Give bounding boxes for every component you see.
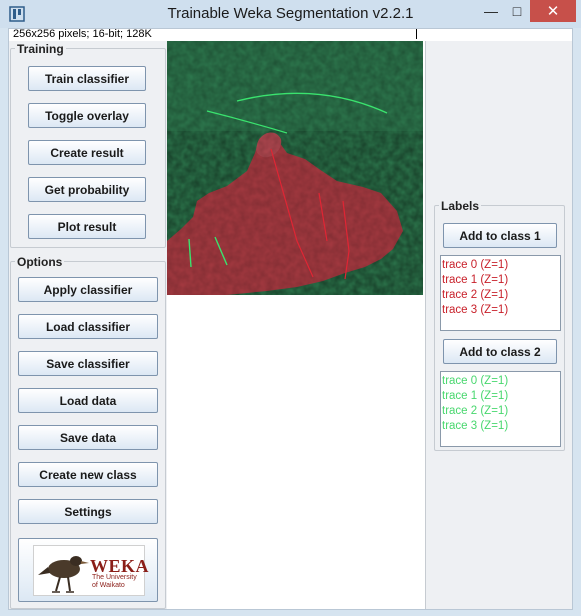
save-classifier-button[interactable]: Save classifier bbox=[18, 351, 158, 376]
minimize-button[interactable]: — bbox=[478, 0, 504, 22]
add-to-class-2-button[interactable]: Add to class 2 bbox=[443, 339, 557, 364]
list-item[interactable]: trace 2 (Z=1) bbox=[442, 404, 560, 419]
list-item[interactable]: trace 2 (Z=1) bbox=[442, 288, 560, 303]
load-classifier-button[interactable]: Load classifier bbox=[18, 314, 158, 339]
apply-classifier-button[interactable]: Apply classifier bbox=[18, 277, 158, 302]
list-item[interactable]: trace 1 (Z=1) bbox=[442, 389, 560, 404]
class-1-trace-list[interactable]: trace 0 (Z=1) trace 1 (Z=1) trace 2 (Z=1… bbox=[440, 255, 561, 331]
add-to-class-1-button[interactable]: Add to class 1 bbox=[443, 223, 557, 248]
options-panel-title: Options bbox=[15, 255, 65, 269]
labels-panel: Labels Add to class 1 trace 0 (Z=1) trac… bbox=[434, 199, 565, 451]
image-info-text: 256x256 pixels; 16-bit; 128K bbox=[13, 28, 152, 40]
train-classifier-button[interactable]: Train classifier bbox=[28, 66, 146, 91]
settings-button[interactable]: Settings bbox=[18, 499, 158, 524]
weka-logo-button[interactable]: WEKA The University of Waikato bbox=[18, 538, 158, 602]
labels-column: Labels Add to class 1 trace 0 (Z=1) trac… bbox=[425, 41, 572, 609]
window-content: 256x256 pixels; 16-bit; 128K Training Tr… bbox=[8, 28, 573, 610]
create-result-button[interactable]: Create result bbox=[28, 140, 146, 165]
maximize-button[interactable]: □ bbox=[504, 0, 530, 22]
training-panel: Training Train classifier Toggle overlay… bbox=[10, 42, 166, 248]
options-panel: Options Apply classifier Load classifier… bbox=[10, 255, 166, 609]
weka-logo: WEKA The University of Waikato bbox=[33, 545, 149, 596]
list-item[interactable]: trace 0 (Z=1) bbox=[442, 374, 560, 389]
image-status-bar: 256x256 pixels; 16-bit; 128K bbox=[9, 28, 572, 41]
get-probability-button[interactable]: Get probability bbox=[28, 177, 146, 202]
toggle-overlay-button[interactable]: Toggle overlay bbox=[28, 103, 146, 128]
list-item[interactable]: trace 3 (Z=1) bbox=[442, 303, 560, 318]
create-new-class-button[interactable]: Create new class bbox=[18, 462, 158, 487]
title-bar: Trainable Weka Segmentation v2.2.1 — □ ✕ bbox=[0, 0, 581, 28]
slice-marker bbox=[416, 29, 417, 39]
class-2-trace-list[interactable]: trace 0 (Z=1) trace 1 (Z=1) trace 2 (Z=1… bbox=[440, 371, 561, 447]
foreground-texture bbox=[167, 131, 423, 295]
segmentation-overlay-image[interactable] bbox=[167, 41, 423, 295]
training-panel-title: Training bbox=[15, 42, 66, 56]
close-button[interactable]: ✕ bbox=[530, 0, 576, 22]
list-item[interactable]: trace 0 (Z=1) bbox=[442, 258, 560, 273]
weka-logo-subtitle-1: The University bbox=[92, 574, 137, 581]
labels-panel-title: Labels bbox=[439, 199, 482, 213]
list-item[interactable]: trace 3 (Z=1) bbox=[442, 419, 560, 434]
save-data-button[interactable]: Save data bbox=[18, 425, 158, 450]
plot-result-button[interactable]: Plot result bbox=[28, 214, 146, 239]
weka-bird-icon bbox=[38, 556, 89, 593]
weka-logo-subtitle-2: of Waikato bbox=[92, 582, 125, 589]
load-data-button[interactable]: Load data bbox=[18, 388, 158, 413]
list-item[interactable]: trace 1 (Z=1) bbox=[442, 273, 560, 288]
image-canvas[interactable] bbox=[167, 41, 425, 609]
